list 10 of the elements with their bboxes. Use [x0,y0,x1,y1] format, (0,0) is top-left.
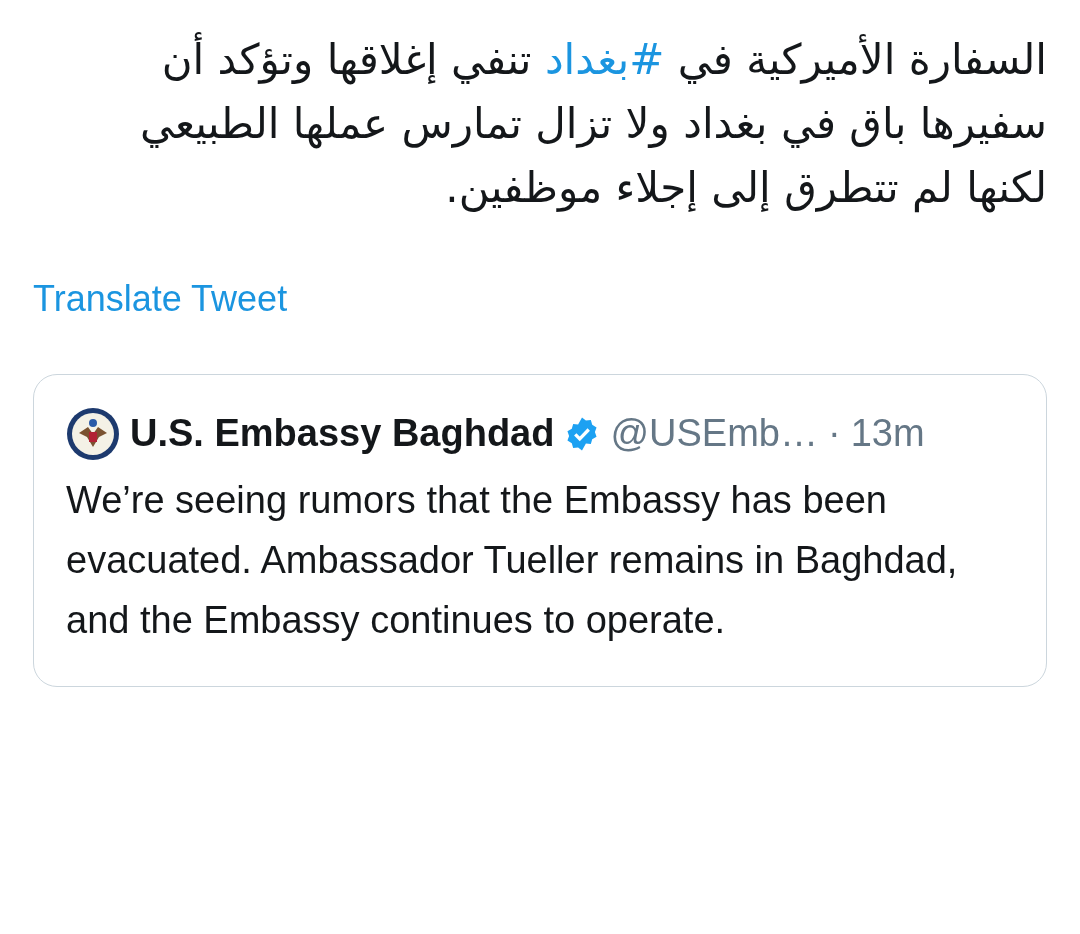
separator: · [827,411,841,456]
avatar-icon [66,406,120,461]
quoted-tweet-card[interactable]: U.S. Embassy Baghdad @USEmb… · 13m We’re seeing rumors that the Embassy has been evacuated. Ambassador Tueller remains in Baghdad, and the Embassy continues to operate. [33,374,1047,687]
hashtag-link[interactable]: #بغداد [544,35,665,84]
tweet-text: السفارة الأميركية في #بغداد تنفي إغلاقها وتؤكد أن سفيرها باق في بغداد ولا تزال تمارس عملها الطبيعي لكنها لم تتطرق إلى إجلاء موظفين. [33,28,1047,220]
quoted-tweet-text: We’re seeing rumors that the Embassy has been evacuated. Ambassador Tueller remains in Baghdad, and the Embassy continues to operate. [66,478,959,643]
account-name: U.S. Embassy Baghdad [130,411,555,456]
account-handle: @USEmb… [610,411,818,456]
translate-link[interactable]: Translate Tweet [33,272,288,326]
timestamp: 13m [850,411,925,456]
